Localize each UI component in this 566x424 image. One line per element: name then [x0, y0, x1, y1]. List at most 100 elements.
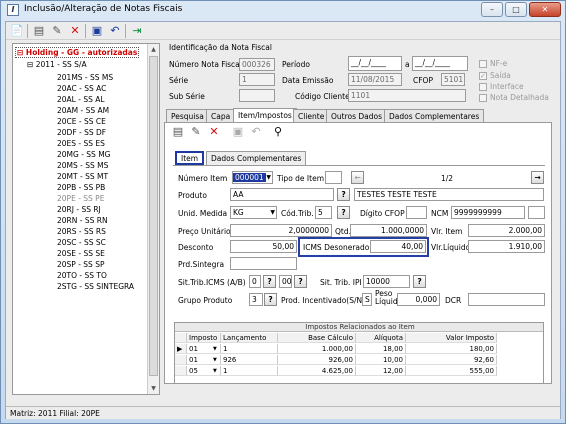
grid-cell[interactable]: 1 — [221, 366, 278, 376]
sittribipi-field[interactable]: 10000 — [363, 275, 410, 288]
detalhada-checkbox[interactable]: Nota Detalhada — [479, 93, 549, 102]
maximize-button[interactable]: □ — [505, 2, 527, 17]
next-arrow-icon[interactable]: → — [531, 171, 544, 184]
tree-item[interactable]: 20CE - SS CE — [57, 117, 106, 126]
delete-icon[interactable]: ✕ — [207, 125, 221, 139]
subtab-item[interactable]: Item — [175, 151, 205, 165]
vlritem-field[interactable]: 2.000,00 — [468, 224, 545, 237]
prodinc-field[interactable]: S — [362, 293, 372, 306]
save-icon[interactable]: ▣ — [90, 24, 104, 38]
chevron-down-icon[interactable]: ▼ — [213, 355, 217, 365]
codtrib-field[interactable]: 5 — [315, 206, 332, 219]
check-icon[interactable]: ✓ — [479, 72, 487, 80]
tree-item[interactable]: 20DF - SS DF — [57, 128, 106, 137]
qtd-field[interactable]: 1.000,0000 — [350, 224, 427, 237]
desconto-field[interactable]: 50,00 — [230, 240, 297, 253]
prdsint-field[interactable] — [230, 257, 297, 270]
sittrib-a-lookup-button[interactable]: ? — [263, 275, 276, 288]
interface-checkbox[interactable]: Interface — [479, 82, 524, 91]
grid-cell[interactable]: 92,60 — [406, 355, 497, 365]
grid-header-cell[interactable]: Valor Imposto — [406, 333, 497, 343]
tree-item[interactable]: 20SC - SS SC — [57, 238, 106, 247]
grupo-lookup-button[interactable]: ? — [264, 293, 277, 306]
tree-item[interactable]: 20ES - SS ES — [57, 139, 105, 148]
numero-field[interactable]: 000326 — [239, 58, 275, 71]
tree-item[interactable]: 20AL - SS AL — [57, 95, 105, 104]
vlrliq-field[interactable]: 1.910,00 — [468, 240, 545, 253]
preco-field[interactable]: 2,0000000 — [230, 224, 332, 237]
checkbox-box[interactable] — [479, 83, 487, 91]
grid-cell[interactable]: 1 — [221, 344, 278, 354]
chevron-down-icon[interactable]: ▼ — [213, 366, 217, 376]
undo-icon[interactable]: ↶ — [108, 24, 122, 38]
tree-item[interactable]: 20PE - SS PE — [57, 194, 104, 203]
produto-lookup-button[interactable]: ? — [337, 188, 350, 201]
grid-cell[interactable]: 12,00 — [356, 366, 406, 376]
sittrib-a-field[interactable]: 0 — [249, 275, 261, 288]
tree-collapse-icon[interactable]: ⊟ — [17, 48, 23, 57]
data-emissao-field[interactable]: 11/08/2015 — [348, 73, 402, 86]
dcr-field[interactable] — [468, 293, 545, 306]
row-indicator[interactable] — [175, 366, 187, 376]
cliente-field[interactable]: 1101 — [348, 89, 466, 102]
serie-field[interactable]: 1 — [239, 73, 275, 86]
tree-item[interactable]: 2STG - SS SINTEGRA — [57, 282, 134, 291]
nfe-checkbox[interactable]: NF-e — [479, 59, 507, 68]
sittrib-b-field[interactable]: 00 — [279, 275, 292, 288]
add-icon[interactable]: ▤ — [171, 125, 185, 139]
tree-item[interactable]: 20AC - SS AC — [57, 84, 106, 93]
tab-item-impostos[interactable]: Item/Impostos — [233, 108, 297, 123]
produto-desc-field[interactable]: TESTES TESTE TESTE — [354, 188, 544, 201]
tab-pesquisa[interactable]: Pesquisa — [166, 109, 209, 123]
sittribipi-lookup-button[interactable]: ? — [413, 275, 426, 288]
tree-item[interactable]: 20MS - SS MS — [57, 161, 108, 170]
tree-item[interactable]: 20SP - SS SP — [57, 260, 105, 269]
row-indicator-icon[interactable]: ▶ — [175, 344, 187, 354]
grid-header-cell[interactable]: Imposto — [187, 333, 221, 343]
tree-item[interactable]: 20RN - SS RN — [57, 216, 108, 225]
chevron-down-icon[interactable]: ▼ — [213, 344, 217, 354]
tipo-item-field[interactable] — [325, 171, 342, 184]
tree-item[interactable]: 201MS - SS MS — [57, 73, 113, 82]
saida-checkbox[interactable]: ✓ Saída — [479, 71, 511, 80]
grid-cell[interactable]: 180,00 — [406, 344, 497, 354]
grid-header-cell[interactable]: Base Cálculo — [278, 333, 356, 343]
tree-item[interactable]: 20PB - SS PB — [57, 183, 105, 192]
grid-cell[interactable]: 555,00 — [406, 366, 497, 376]
tree-item[interactable]: 20RS - SS RS — [57, 227, 106, 236]
exit-icon[interactable]: ⇥ — [130, 24, 144, 38]
numero-item-select[interactable]: 000001 ▼ — [232, 171, 273, 184]
grid-cell[interactable]: 1.000,00 — [278, 344, 356, 354]
tree-item[interactable]: 20TO - SS TO — [57, 271, 107, 280]
new-icon[interactable]: 📄 — [10, 24, 24, 38]
tree-item[interactable]: 20MG - SS MG — [57, 150, 111, 159]
search-icon[interactable]: ⚲ — [271, 125, 285, 139]
tab-cliente[interactable]: Cliente — [293, 109, 330, 123]
peso-field[interactable]: 0,000 — [397, 293, 440, 306]
subtab-dados-complementares[interactable]: Dados Complementares — [206, 151, 307, 165]
company-tree[interactable]: ⊟ Holding - GG - autorizadas ⊟ 2011 - SS… — [12, 43, 160, 395]
ncm-extra-field[interactable] — [528, 206, 545, 219]
produto-field[interactable]: AA — [230, 188, 334, 201]
digito-field[interactable] — [406, 206, 427, 219]
tab-capa[interactable]: Capa — [206, 109, 236, 123]
sittrib-b-lookup-button[interactable]: ? — [294, 275, 307, 288]
add-icon[interactable]: ▤ — [32, 24, 46, 38]
undo-icon[interactable]: ↶ — [249, 125, 263, 139]
grid-cell[interactable]: 4.625,00 — [278, 366, 356, 376]
tab-dados-complementares[interactable]: Dados Complementares — [384, 109, 485, 123]
chevron-down-icon[interactable]: ▼ — [270, 207, 275, 218]
tab-outros-dados[interactable]: Outros Dados — [326, 109, 388, 123]
grid-cell[interactable]: 926 — [221, 355, 278, 365]
tree-item[interactable]: 20SE - SS SE — [57, 249, 105, 258]
tree-item[interactable]: 20AM - SS AM — [57, 106, 109, 115]
tree-group[interactable]: ⊟ 2011 - SS S/A — [27, 60, 87, 69]
grid-cell[interactable]: 10,00 — [356, 355, 406, 365]
chevron-down-icon[interactable]: ▼ — [266, 172, 271, 183]
scroll-down-icon[interactable]: ▼ — [148, 383, 159, 394]
grid-cell[interactable]: 926,00 — [278, 355, 356, 365]
prev-arrow-icon[interactable]: ← — [351, 171, 364, 184]
tree-item[interactable]: 20MT - SS MT — [57, 172, 108, 181]
delete-icon[interactable]: ✕ — [68, 24, 82, 38]
tree-item[interactable]: 20RJ - SS RJ — [57, 205, 101, 214]
